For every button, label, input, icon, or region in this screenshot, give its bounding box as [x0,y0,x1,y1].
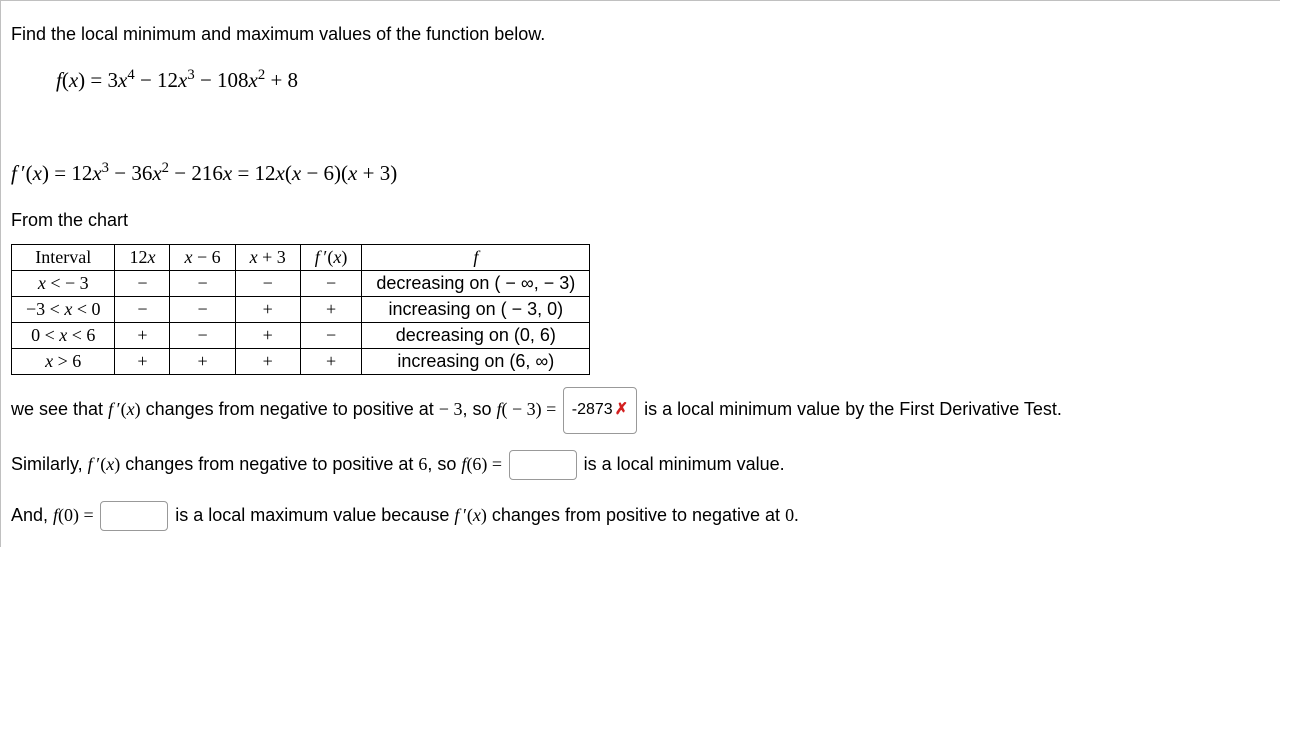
col-x-minus-6: x − 6 [170,245,235,271]
conclusion-para-2: Similarly, f ′(x) changes from negative … [11,444,1280,485]
conclusion-para-1: we see that f ′(x) changes from negative… [11,387,1280,434]
para1-post-text: is a local minimum value by the First De… [644,399,1062,419]
derivative-expression: f ′(x) = 12x3 − 36x2 − 216x = 12x(x − 6)… [11,157,1280,190]
chart-intro: From the chart [11,207,1280,234]
table-header-row: Interval 12x x − 6 x + 3 f ′(x) f [12,245,590,271]
col-12x: 12x [115,245,170,271]
problem-prompt: Find the local minimum and maximum value… [11,21,1280,48]
table-row: −3 < x < 0 − − + + increasing on ( − 3, … [12,297,590,323]
sign-chart-table: Interval 12x x − 6 x + 3 f ′(x) f x < − … [11,244,590,375]
para3-post-text: is a local maximum value because f ′(x) … [175,505,798,525]
col-f-behavior: f [362,245,590,271]
function-definition: f(x) = 3x4 − 12x3 − 108x2 + 8 [56,64,1280,97]
incorrect-icon: ✗ [615,401,628,418]
problem-container: Find the local minimum and maximum value… [0,0,1280,547]
para2-post-text: is a local minimum value. [584,454,785,474]
answer-input-3[interactable] [100,501,168,531]
table-row: x > 6 + + + + increasing on (6, ∞) [12,349,590,375]
para3-pre-text: And, f(0) = [11,505,98,525]
para1-pre-text: we see that f ′(x) changes from negative… [11,399,561,419]
col-x-plus-3: x + 3 [235,245,300,271]
col-interval: Interval [12,245,115,271]
answer-input-2[interactable] [509,450,577,480]
table-row: 0 < x < 6 + − + − decreasing on (0, 6) [12,323,590,349]
para2-pre-text: Similarly, f ′(x) changes from negative … [11,454,507,474]
table-row: x < − 3 − − − − decreasing on ( − ∞, − 3… [12,271,590,297]
conclusion-para-3: And, f(0) = is a local maximum value bec… [11,495,1280,536]
col-fprime: f ′(x) [300,245,362,271]
answer-input-1[interactable]: -2873✗ [563,387,637,434]
